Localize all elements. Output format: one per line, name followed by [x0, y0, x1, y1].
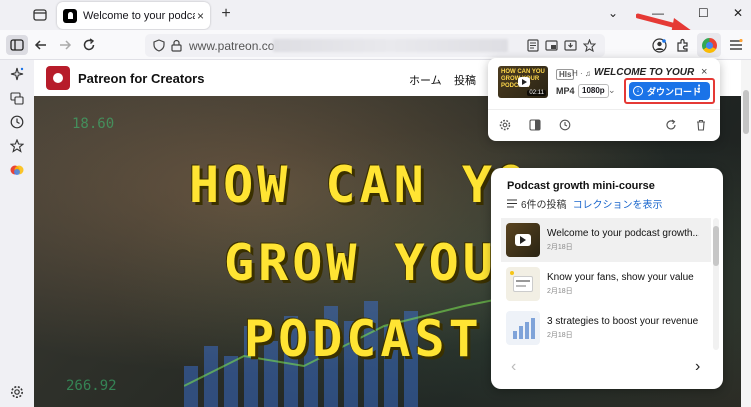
reload-icon	[83, 38, 95, 51]
back-arrow-icon	[34, 40, 46, 50]
tab-title: Welcome to your podcast grow	[83, 9, 195, 22]
download-button-label: ダウンロード	[647, 86, 702, 97]
play-icon	[515, 234, 531, 246]
sidebar-toggle-button[interactable]	[6, 35, 28, 55]
page-scrollbar[interactable]	[741, 60, 751, 407]
tab-close-icon[interactable]: ×	[197, 9, 204, 23]
course-post-list: Welcome to your podcast growth... 2月18日 …	[501, 218, 711, 350]
forward-arrow-icon	[60, 40, 72, 50]
popup-video-title: WELCOME TO YOUR PO...	[594, 67, 696, 78]
course-meta: 6件の投稿 コレクションを表示	[507, 196, 663, 211]
popup-video-duration: 02:11	[527, 90, 546, 96]
next-arrow-icon[interactable]: ›	[695, 358, 700, 376]
more-options-icon[interactable]: ⋮	[694, 84, 704, 95]
popup-video-thumbnail[interactable]: HOW CAN YOU GROW YOUR PODCAST 02:11	[498, 66, 548, 98]
creator-logo[interactable]	[46, 66, 70, 90]
tab-list-button[interactable]	[30, 6, 50, 24]
course-item-title: Welcome to your podcast growth...	[547, 228, 699, 239]
view-collection-link[interactable]: コレクションを表示	[573, 196, 663, 211]
site-title[interactable]: Patreon for Creators	[78, 71, 204, 86]
post-count: 6件の投稿	[521, 200, 567, 211]
course-title: Podcast growth mini-course	[507, 180, 655, 192]
popup-layout-icon[interactable]	[528, 118, 542, 132]
resolution-select[interactable]: 1080p	[578, 84, 609, 98]
reader-view-icon[interactable]	[527, 39, 539, 52]
reload-button[interactable]	[80, 36, 98, 54]
history-clock-icon[interactable]	[9, 114, 25, 130]
popup-settings-gear-icon[interactable]	[498, 118, 512, 132]
nav-posts[interactable]: 投稿	[454, 72, 476, 88]
maximize-button[interactable]: ☐	[698, 6, 709, 20]
nav-toolbar: www.patreon.com/	[0, 30, 751, 60]
forward-button[interactable]	[56, 36, 74, 54]
save-to-pocket-icon[interactable]	[564, 39, 577, 52]
popup-refresh-icon[interactable]	[664, 118, 678, 132]
course-list-scrollbar[interactable]	[713, 218, 719, 350]
picture-in-picture-icon[interactable]	[545, 39, 558, 52]
url-bar[interactable]: www.patreon.com/	[145, 34, 605, 57]
ai-chatbot-sparkle-icon[interactable]	[9, 66, 25, 82]
course-scroll-thumb[interactable]	[713, 226, 719, 266]
downloader-extension-icon	[701, 37, 717, 53]
shield-icon[interactable]	[153, 39, 165, 52]
course-item[interactable]: 3 strategies to boost your revenue 2月18日	[501, 306, 711, 350]
prev-arrow-icon[interactable]: ‹	[511, 358, 516, 376]
new-tab-button[interactable]: +	[218, 5, 234, 23]
popup-divider	[488, 109, 720, 110]
popup-play-icon	[518, 77, 530, 87]
popup-trash-icon[interactable]	[694, 118, 708, 132]
account-icon	[651, 37, 667, 53]
tab-list-icon	[33, 9, 47, 21]
close-window-button[interactable]: ✕	[733, 6, 743, 20]
hamburger-menu-icon	[730, 39, 743, 50]
account-button[interactable]	[650, 36, 668, 54]
video-thumbnail	[506, 223, 540, 257]
popup-close-icon[interactable]: ×	[701, 66, 707, 78]
course-item-date: 2月18日	[547, 332, 573, 339]
format-label: MP4	[556, 86, 575, 96]
course-item[interactable]: Know your fans, show your value 2月18日	[501, 262, 711, 306]
url-redacted	[273, 39, 508, 52]
extension-panel-icon[interactable]	[9, 162, 25, 178]
puzzle-icon	[677, 38, 688, 52]
bookmarks-star-icon[interactable]	[9, 138, 25, 154]
sidebar-settings-gear-icon[interactable]	[9, 384, 25, 400]
lock-icon[interactable]	[171, 39, 182, 52]
course-item-title: Know your fans, show your value	[547, 272, 694, 283]
download-icon: ↓	[633, 86, 643, 96]
video-downloader-popup: HOW CAN YOU GROW YOUR PODCAST 02:11 HIs …	[488, 58, 720, 141]
extensions-button[interactable]	[674, 36, 692, 54]
list-icon	[507, 199, 517, 208]
sidebar-icon	[10, 39, 24, 51]
tab-active[interactable]: Welcome to your podcast grow ×	[57, 2, 210, 29]
stock-number-top: 18.60	[72, 116, 115, 132]
app-menu-button[interactable]	[727, 36, 745, 54]
course-item-title: 3 strategies to boost your revenue	[547, 316, 699, 327]
image-thumbnail	[506, 267, 540, 301]
stock-number-bottom: 266.92	[66, 378, 117, 394]
nav-home[interactable]: ホーム	[409, 72, 442, 88]
synced-tabs-icon[interactable]	[9, 90, 25, 106]
page-scroll-thumb[interactable]	[743, 90, 749, 134]
patreon-favicon-icon	[63, 8, 77, 23]
download-button[interactable]: ↓ ダウンロード ⋮	[629, 82, 710, 100]
stream-type-icons: H · ♫	[572, 69, 591, 78]
bookmark-star-icon[interactable]	[583, 39, 596, 52]
browser-sidebar	[0, 60, 34, 407]
tab-overflow-chevron-icon[interactable]: ⌄	[608, 6, 618, 20]
back-button[interactable]	[32, 36, 50, 54]
course-item[interactable]: Welcome to your podcast growth... 2月18日	[501, 218, 711, 262]
course-item-date: 2月18日	[547, 288, 573, 295]
resolution-chevron-down-icon[interactable]: ⌄	[608, 85, 616, 96]
video-downloader-extension-button[interactable]	[697, 33, 721, 57]
course-item-date: 2月18日	[547, 244, 573, 251]
popup-history-icon[interactable]	[558, 118, 572, 132]
chart-thumbnail	[506, 311, 540, 345]
course-collection-card: Podcast growth mini-course 6件の投稿 コレクションを…	[491, 168, 723, 389]
